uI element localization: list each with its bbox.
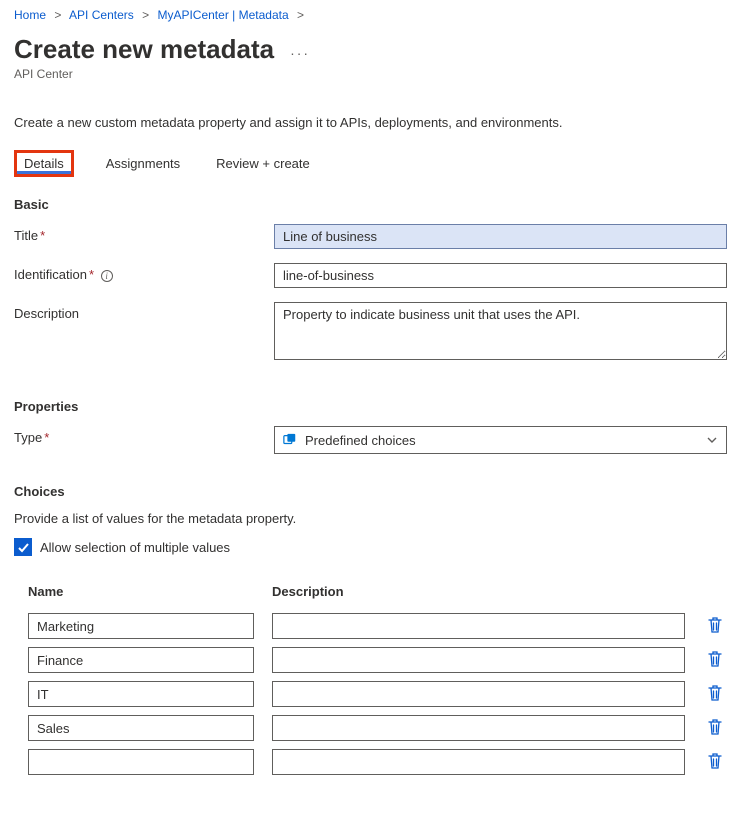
delete-choice-button[interactable] [703, 684, 727, 705]
delete-choice-button[interactable] [703, 718, 727, 739]
tab-review-create[interactable]: Review + create [212, 150, 314, 177]
page-title: Create new metadata [14, 34, 274, 65]
check-icon [17, 541, 30, 554]
trash-icon [707, 718, 723, 736]
chevron-right-icon: > [54, 8, 61, 22]
choices-grid: Name Description [28, 584, 727, 775]
identification-input[interactable] [274, 263, 727, 288]
required-indicator: * [89, 267, 94, 282]
predefined-choices-icon [283, 433, 297, 447]
choice-row [28, 613, 727, 639]
choice-row [28, 749, 727, 775]
breadcrumb-api-centers[interactable]: API Centers [69, 8, 134, 22]
more-actions-button[interactable]: ··· [290, 45, 310, 65]
section-choices: Choices [14, 484, 727, 499]
required-indicator: * [40, 228, 45, 243]
section-properties: Properties [14, 399, 727, 414]
required-indicator: * [44, 430, 49, 445]
choice-desc-input[interactable] [272, 613, 685, 639]
choice-desc-input[interactable] [272, 681, 685, 707]
title-label: Title* [14, 224, 274, 243]
tab-details[interactable]: Details [14, 150, 74, 177]
delete-choice-button[interactable] [703, 752, 727, 773]
title-input[interactable] [274, 224, 727, 249]
choice-desc-input[interactable] [272, 715, 685, 741]
trash-icon [707, 752, 723, 770]
choice-name-input[interactable] [28, 613, 254, 639]
chevron-right-icon: > [142, 8, 149, 22]
tabs: Details Assignments Review + create [14, 150, 727, 177]
breadcrumb-home[interactable]: Home [14, 8, 46, 22]
choice-row [28, 681, 727, 707]
page-subtitle: API Center [14, 67, 727, 81]
choice-row [28, 715, 727, 741]
chevron-right-icon: > [297, 8, 304, 22]
choice-desc-input[interactable] [272, 749, 685, 775]
choice-row [28, 647, 727, 673]
description-textarea[interactable] [274, 302, 727, 360]
allow-multi-checkbox[interactable] [14, 538, 32, 556]
info-icon[interactable]: i [101, 270, 113, 282]
choice-name-input[interactable] [28, 647, 254, 673]
delete-choice-button[interactable] [703, 650, 727, 671]
col-desc-header: Description [272, 584, 685, 599]
type-select[interactable]: Predefined choices [274, 426, 727, 454]
chevron-down-icon [706, 434, 718, 446]
trash-icon [707, 650, 723, 668]
choice-desc-input[interactable] [272, 647, 685, 673]
delete-choice-button[interactable] [703, 616, 727, 637]
choice-name-input[interactable] [28, 749, 254, 775]
trash-icon [707, 684, 723, 702]
section-basic: Basic [14, 197, 727, 212]
choice-name-input[interactable] [28, 715, 254, 741]
breadcrumb: Home > API Centers > MyAPICenter | Metad… [14, 6, 727, 30]
description-label: Description [14, 302, 274, 321]
identification-label: Identification* i [14, 263, 274, 282]
intro-text: Create a new custom metadata property an… [14, 115, 727, 130]
col-name-header: Name [28, 584, 254, 599]
trash-icon [707, 616, 723, 634]
type-value: Predefined choices [305, 433, 416, 448]
type-label: Type* [14, 426, 274, 445]
tab-assignments[interactable]: Assignments [102, 150, 184, 177]
choices-description: Provide a list of values for the metadat… [14, 511, 727, 526]
allow-multi-label: Allow selection of multiple values [40, 540, 230, 555]
breadcrumb-current[interactable]: MyAPICenter | Metadata [157, 8, 288, 22]
choice-name-input[interactable] [28, 681, 254, 707]
